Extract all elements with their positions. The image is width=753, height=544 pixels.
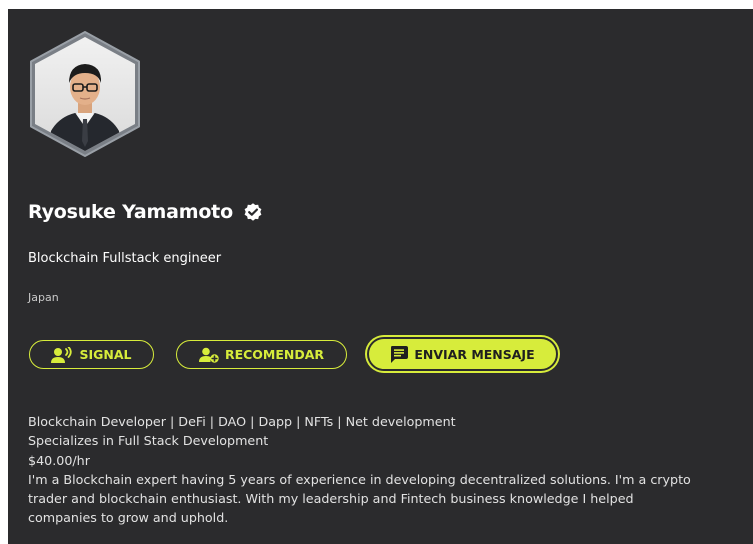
recomendar-button[interactable]: RECOMENDAR (176, 340, 347, 369)
enviar-mensaje-button[interactable]: ENVIAR MENSAJE (367, 337, 558, 371)
signal-button[interactable]: SIGNAL (29, 340, 154, 369)
person-add-icon (198, 347, 219, 363)
about-line: I'm a Blockchain expert having 5 years o… (28, 471, 691, 487)
about-section: Blockchain Developer | DeFi | DAO | Dapp… (28, 412, 753, 528)
about-line: $40.00/hr (28, 452, 90, 468)
about-line: companies to grow and uphold. (28, 510, 229, 526)
about-line: trader and blockchain enthusiast. With m… (28, 491, 634, 507)
enviar-mensaje-button-label: ENVIAR MENSAJE (414, 346, 535, 362)
avatar[interactable] (25, 31, 145, 157)
name-row: Ryosuke Yamamoto (28, 201, 263, 223)
about-line: Blockchain Developer | DeFi | DAO | Dapp… (28, 414, 456, 429)
signal-button-label: SIGNAL (79, 347, 132, 362)
about-line: Specializes in Full Stack Development (28, 433, 269, 449)
message-icon (391, 345, 409, 363)
profile-headline: Blockchain Fullstack engineer (28, 251, 222, 266)
profile-name: Ryosuke Yamamoto (28, 201, 233, 223)
recomendar-button-label: RECOMENDAR (224, 347, 325, 362)
profile-card: Ryosuke Yamamoto Blockchain Fullstack en… (8, 9, 753, 544)
profile-location: Japan (28, 291, 59, 304)
verified-badge-icon (244, 203, 262, 221)
person-voice-icon (51, 346, 73, 363)
